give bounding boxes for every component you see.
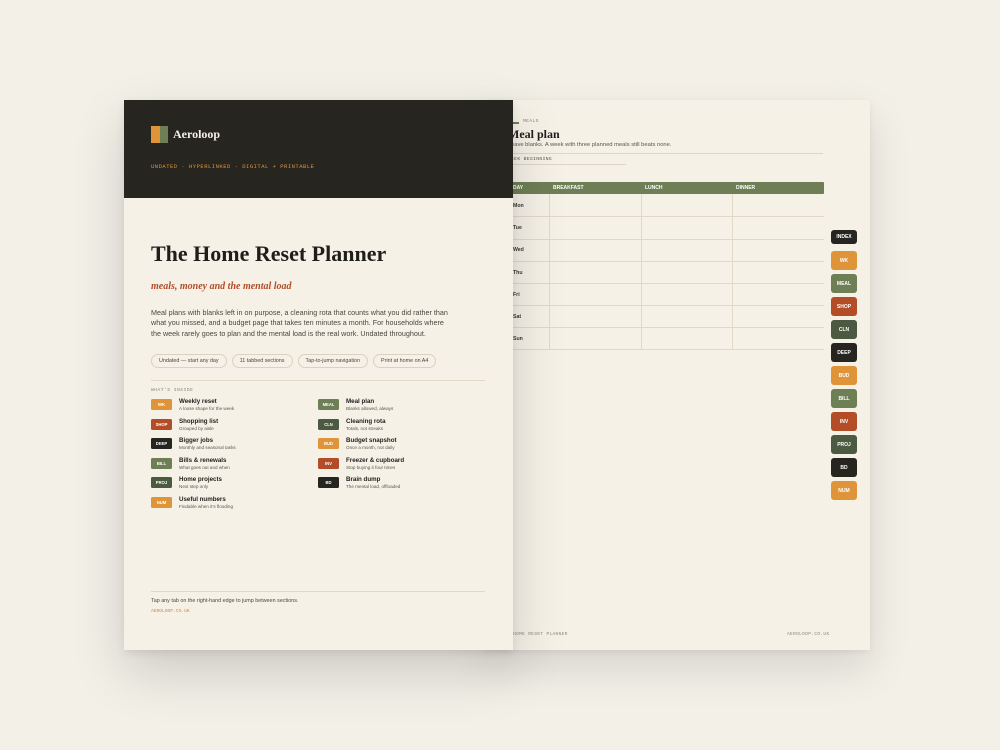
row-divider (505, 305, 824, 306)
side-tab-index[interactable]: INDEX (831, 230, 857, 244)
column-divider (641, 194, 642, 349)
brand-name: Aeroloop (173, 127, 221, 141)
row-divider (505, 261, 824, 262)
cover-header: Aeroloop UNDATED · HYPERLINKED · DIGITAL… (124, 100, 513, 198)
section-tag: SHOP (151, 418, 172, 430)
contents-item-description: Monthly and seasonal tasks (179, 445, 236, 451)
column-divider (732, 194, 733, 349)
contents-item-title: Cleaning rota (346, 417, 386, 425)
section-tag: WK (151, 399, 172, 410)
contents-item-description: What goes out and when (179, 464, 230, 470)
contents-item-description: Next step only (179, 484, 209, 490)
feature-flags: UNDATED · HYPERLINKED · DIGITAL + PRINTA… (151, 163, 315, 170)
meal-grid-header: DAY BREAKFAST LUNCH DINNER (505, 182, 824, 194)
week-beginning-label: EEK BEGINNING (511, 157, 553, 162)
contents-item-title: Freezer & cupboard (346, 456, 405, 464)
day-label-fri: Fri (513, 292, 520, 298)
pill-sections: 11 tabbed sections (231, 354, 293, 368)
contents-item-description: Stop buying it four times (346, 464, 396, 470)
row-divider (505, 327, 824, 328)
contents-item-description: The mental load, offloaded (346, 484, 401, 490)
week-beginning-field[interactable] (508, 164, 626, 165)
section-tag: BUD (318, 438, 339, 450)
row-divider (505, 216, 824, 217)
contents-item-title: Shopping list (179, 417, 219, 425)
contents-item-title: Budget snapshot (346, 437, 397, 445)
day-label-sun: Sun (513, 336, 523, 342)
meal-plan-page: MEALS Meal plan eave blanks. A week with… (485, 100, 870, 650)
contents-item-description: Blanks allowed, always (346, 406, 394, 411)
row-divider (505, 239, 824, 240)
contents-item-description: Totals, not streaks (346, 425, 384, 431)
divider (151, 380, 485, 381)
day-label-tue: Tue (513, 225, 522, 231)
column-header-lunch: LUNCH (645, 185, 663, 191)
page-title: The Home Reset Planner (151, 241, 387, 266)
day-label-wed: Wed (513, 247, 524, 253)
section-label: MEALS (523, 119, 539, 124)
page-subtitle: meals, money and the mental load (151, 281, 292, 292)
section-tag: INV (318, 457, 339, 469)
column-divider (549, 194, 550, 349)
section-tag: BILL (151, 457, 172, 469)
footer-hint: Tap any tab on the right-hand edge to ju… (151, 598, 299, 604)
contents-item-title: Useful numbers (179, 496, 226, 503)
contents-item-title: Bills & renewals (179, 456, 227, 464)
side-tab-meal[interactable]: MEAL (831, 274, 857, 293)
section-tag: PROJ (151, 477, 172, 489)
contents-item-description: Grouped by aisle (179, 425, 214, 431)
contents-item-title: Bigger jobs (179, 437, 214, 445)
side-tab-cln[interactable]: CLN (831, 320, 857, 339)
section-tag: NUM (151, 497, 172, 508)
pill-navigation: Tap-to-jump navigation (297, 354, 369, 368)
side-tab-bd[interactable]: BD (831, 458, 857, 477)
feature-pills: Undated — start any day 11 tabbed sectio… (151, 354, 437, 368)
pill-print: Print at home on A4 (373, 354, 437, 368)
side-tab-num[interactable]: NUM (831, 481, 857, 500)
contents-item-title: Weekly reset (179, 398, 217, 405)
day-label-thu: Thu (513, 270, 523, 276)
section-tag: DEEP (151, 438, 172, 450)
footer-planner-name: E HOME RESET PLANNER (507, 632, 568, 637)
side-tab-bud[interactable]: BUD (831, 366, 857, 385)
contents-item-description: Findable when it's flooding (179, 504, 233, 509)
section-tag: CLN (318, 418, 339, 430)
column-header-dinner: DINNER (736, 185, 756, 191)
day-label-mon: Mon (513, 203, 524, 209)
side-tab-wk[interactable]: WK (831, 251, 857, 270)
contents-item-title: Meal plan (346, 398, 375, 405)
side-tab-bill[interactable]: BILL (831, 389, 857, 408)
column-header-day: DAY (513, 185, 524, 191)
divider (508, 153, 823, 154)
divider (151, 591, 485, 592)
description: Meal plans with blanks left in on purpos… (151, 308, 448, 338)
meal-plan-title: Meal plan (508, 127, 560, 141)
side-tab-deep[interactable]: DEEP (831, 343, 857, 362)
meal-plan-subtitle: eave blanks. A week with three planned m… (511, 142, 672, 148)
column-header-breakfast: BREAKFAST (553, 185, 584, 191)
aeroloop-logo (151, 126, 168, 143)
contents-item-title: Home projects (179, 476, 222, 484)
day-label-sat: Sat (513, 314, 522, 320)
contents-item-description: Once a month, not daily (346, 445, 395, 451)
pill-undated: Undated — start any day (151, 354, 227, 368)
footer-url: AEROLOOP.CO.UK (787, 632, 830, 637)
footer-url[interactable]: AEROLOOP.CO.UK (151, 609, 190, 614)
side-tab-shop[interactable]: SHOP (831, 297, 857, 316)
section-tag: MEAL (318, 399, 339, 410)
section-tag: BD (318, 477, 339, 489)
row-divider (505, 283, 824, 284)
cover-page: Aeroloop UNDATED · HYPERLINKED · DIGITAL… (124, 100, 513, 650)
side-tab-inv[interactable]: INV (831, 412, 857, 431)
row-divider (505, 349, 824, 350)
whats-inside-label: WHAT'S INSIDE (151, 388, 194, 393)
contents-item-description: A loose shape for the week (179, 406, 235, 411)
side-tab-proj[interactable]: PROJ (831, 435, 857, 454)
contents-item-title: Brain dump (346, 476, 381, 484)
